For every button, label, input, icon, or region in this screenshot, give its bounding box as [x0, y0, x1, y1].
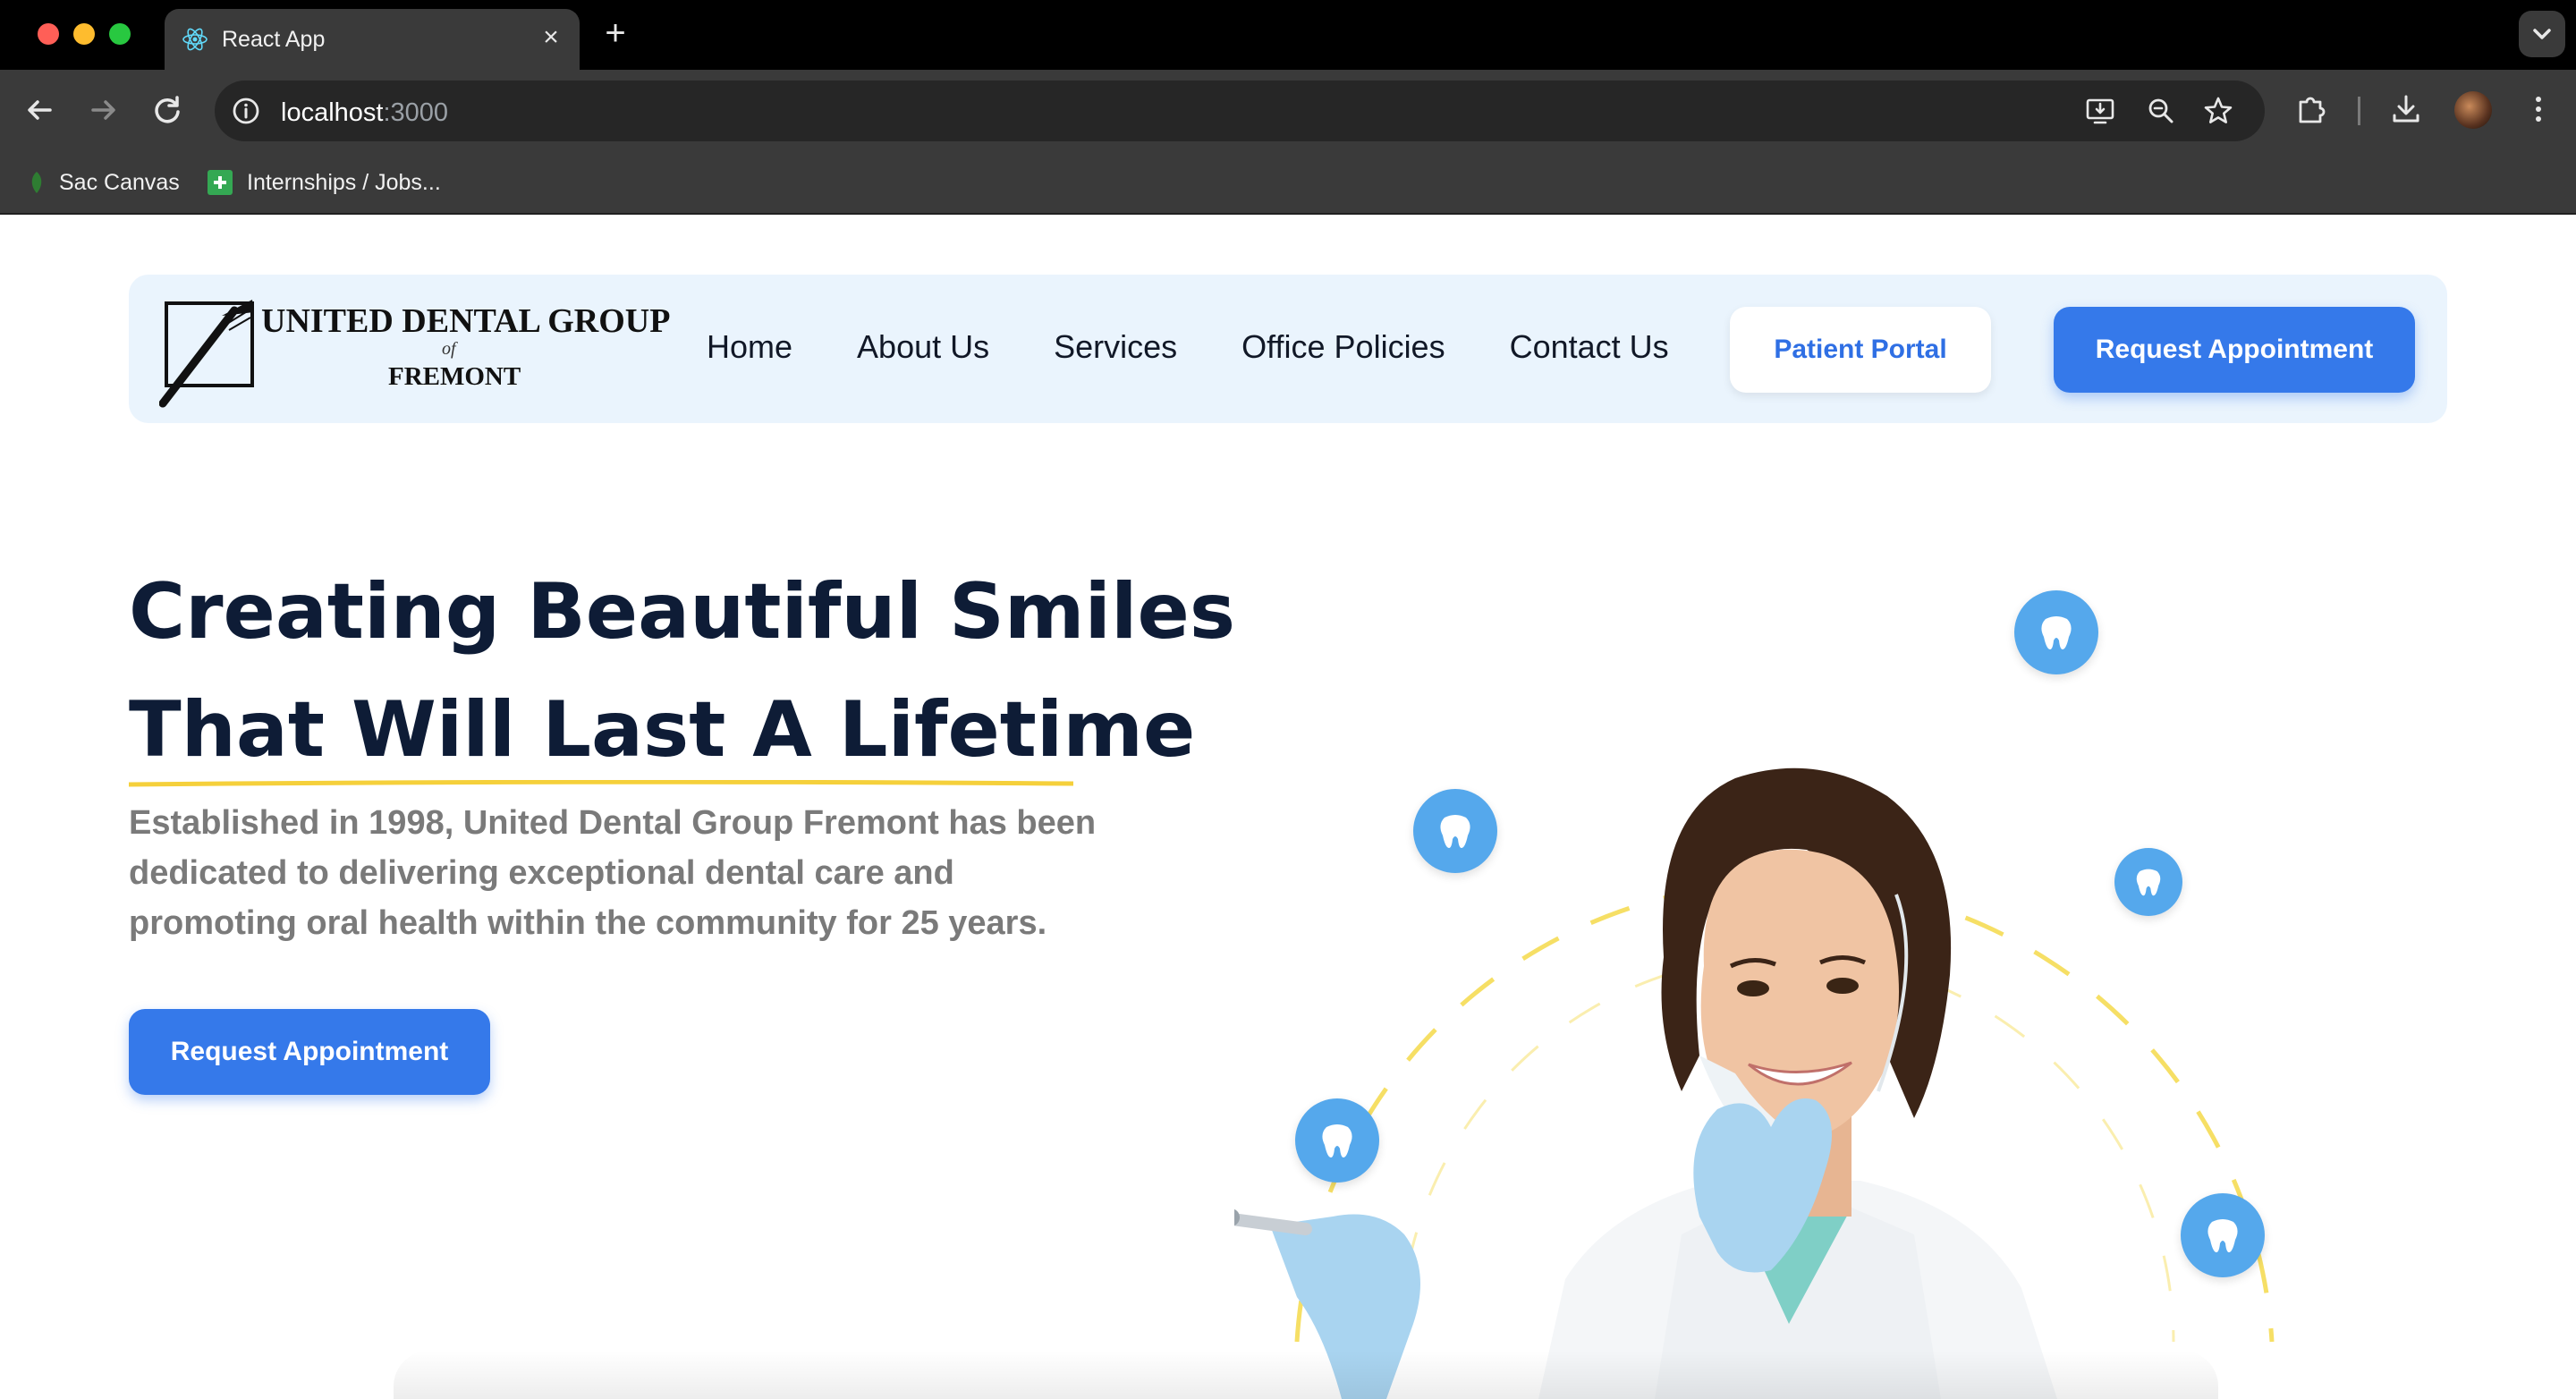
browser-toolbar: localhost:3000 [0, 70, 2576, 152]
logo-text-line1: UNITED DENTAL GROUP [261, 302, 671, 340]
maximize-window-button[interactable] [109, 23, 131, 45]
canvas-leaf-icon [31, 172, 42, 193]
download-icon[interactable] [2388, 91, 2424, 127]
back-arrow-icon[interactable] [20, 89, 61, 131]
browser-chrome: React App × + localhost:3000 Sac Canvas … [0, 0, 2576, 215]
toolbar-divider [2358, 97, 2360, 125]
site-info-icon[interactable] [231, 96, 261, 126]
request-appointment-hero-button[interactable]: Request Appointment [129, 1009, 490, 1095]
react-icon [182, 28, 208, 51]
bookmark-sac-canvas[interactable]: Sac Canvas [27, 165, 180, 200]
logo-text-of: of [442, 339, 456, 359]
hero-title: Creating Beautiful Smiles That Will Last… [129, 553, 1235, 789]
more-menu-icon[interactable] [2521, 91, 2556, 127]
nav-services[interactable]: Services [1054, 328, 1177, 366]
bookmark-internships[interactable]: Internships / Jobs... [206, 165, 441, 200]
tooth-icon [2014, 590, 2098, 674]
profile-avatar[interactable] [2454, 91, 2492, 129]
nav-home[interactable]: Home [707, 328, 792, 366]
extensions-icon[interactable] [2293, 91, 2329, 127]
chevron-down-icon [2533, 29, 2551, 39]
zoom-icon[interactable] [2145, 95, 2177, 127]
hero-title-line2: That Will Last A Lifetime [129, 685, 1196, 775]
dentist-image [1234, 767, 2275, 1399]
hero-title-underline [129, 780, 1073, 787]
hero-illustration [1234, 590, 2343, 1399]
sheets-icon [208, 170, 233, 195]
hero-title-line1: Creating Beautiful Smiles [129, 567, 1236, 657]
url-text: localhost:3000 [281, 98, 449, 127]
site-navbar: UNITED DENTAL GROUP of FREMONT Home Abou… [129, 275, 2447, 423]
tab-strip: React App × + [0, 0, 2576, 70]
minimize-window-button[interactable] [73, 23, 95, 45]
forward-arrow-icon[interactable] [82, 89, 123, 131]
install-app-icon[interactable] [2084, 95, 2116, 127]
request-appointment-nav-button[interactable]: Request Appointment [2054, 307, 2415, 393]
tooth-icon [2181, 1193, 2265, 1277]
web-page: UNITED DENTAL GROUP of FREMONT Home Abou… [0, 215, 2576, 1399]
toothbrush-logo-icon [159, 300, 254, 408]
tooth-icon [2114, 848, 2182, 916]
reload-icon[interactable] [147, 89, 188, 131]
close-tab-icon[interactable]: × [535, 21, 567, 54]
tooth-icon [1295, 1098, 1379, 1183]
tooth-icon [1413, 789, 1497, 873]
new-tab-button[interactable]: + [597, 15, 633, 52]
section-divider-shadow [394, 1351, 2218, 1399]
hero-description: Established in 1998, United Dental Group… [129, 804, 1097, 942]
site-logo[interactable]: UNITED DENTAL GROUP of FREMONT [159, 294, 670, 408]
bookmarks-bar: Sac Canvas Internships / Jobs... [0, 152, 2576, 215]
bookmark-label: Sac Canvas [59, 169, 180, 195]
main-menu: Home About Us Services Office Policies C… [707, 328, 1669, 366]
nav-contact-us[interactable]: Contact Us [1510, 328, 1669, 366]
patient-portal-button[interactable]: Patient Portal [1730, 307, 1991, 393]
close-window-button[interactable] [38, 23, 59, 45]
address-bar[interactable]: localhost:3000 [215, 81, 2265, 141]
bookmark-star-icon[interactable] [2202, 95, 2234, 127]
browser-tab-active[interactable]: React App × [165, 9, 580, 70]
tab-search-button[interactable] [2519, 11, 2565, 57]
logo-text-line2: FREMONT [388, 362, 521, 391]
nav-about-us[interactable]: About Us [857, 328, 989, 366]
bookmark-label: Internships / Jobs... [247, 169, 441, 195]
tab-title: React App [222, 27, 326, 52]
nav-office-policies[interactable]: Office Policies [1241, 328, 1445, 366]
